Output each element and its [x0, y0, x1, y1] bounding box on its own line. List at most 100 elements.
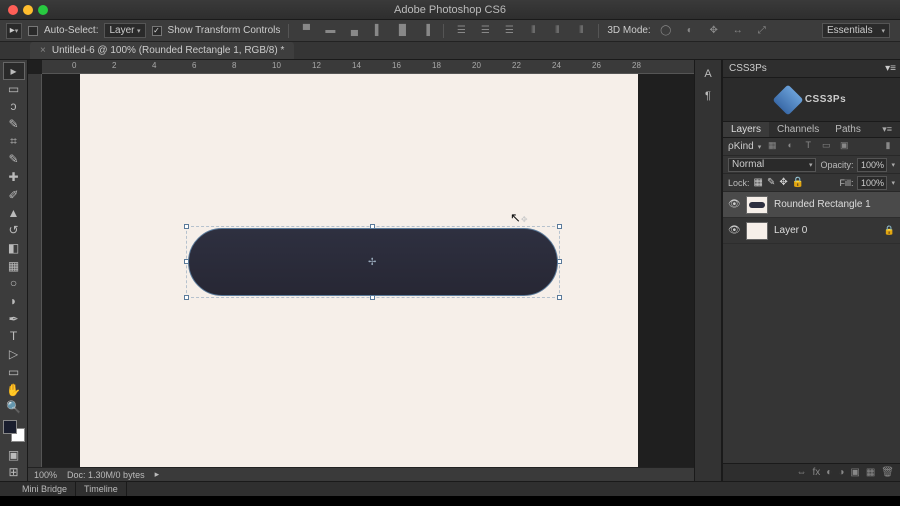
lock-all-icon[interactable]: 🔒 [792, 177, 804, 188]
layer-row[interactable]: 👁Rounded Rectangle 1 [723, 192, 900, 218]
eyedropper-tool[interactable]: ✎ [3, 151, 25, 169]
layer-row[interactable]: 👁Layer 0🔒 [723, 218, 900, 244]
filter-pixel-icon[interactable]: ▦ [765, 140, 779, 154]
gradient-tool[interactable]: ▦ [3, 257, 25, 275]
kind-dropdown-icon[interactable]: ▾ [758, 143, 762, 151]
viewport[interactable]: ✢ ↖✥ [42, 74, 694, 467]
foreground-color-swatch[interactable] [3, 420, 17, 434]
move-tool-icon[interactable]: ▸▾ [6, 23, 22, 39]
marquee-tool[interactable]: ▭ [3, 80, 25, 98]
screen-mode-tool[interactable]: ⊞ [3, 463, 25, 481]
character-panel-icon[interactable]: A [699, 68, 717, 82]
distribute-vcenter-icon[interactable]: ☰ [476, 23, 494, 39]
transform-handle[interactable] [557, 259, 562, 264]
filter-type-icon[interactable]: T [801, 140, 815, 154]
transform-handle[interactable] [370, 224, 375, 229]
mode-3d-roll-icon[interactable]: ◐ [681, 23, 699, 39]
distribute-bottom-icon[interactable]: ☰ [500, 23, 518, 39]
auto-select-checkbox[interactable] [28, 26, 38, 36]
fx-icon[interactable]: fx [813, 467, 821, 478]
css3ps-panel-tab[interactable]: CSS3Ps [729, 63, 767, 74]
mode-3d-pan-icon[interactable]: ✥ [705, 23, 723, 39]
blur-tool[interactable]: ○ [3, 274, 25, 292]
tab-paths[interactable]: Paths [827, 122, 869, 137]
workspace-dropdown[interactable]: Essentials▾ [822, 23, 890, 38]
zoom-window-icon[interactable] [38, 5, 48, 15]
distribute-right-icon[interactable]: ⦀ [572, 23, 590, 39]
tab-layers[interactable]: Layers [723, 122, 769, 137]
lock-transparency-icon[interactable]: ▦ [754, 177, 763, 188]
zoom-tool[interactable]: 🔍 [3, 398, 25, 416]
fill-slider-icon[interactable]: ▾ [891, 179, 895, 187]
brush-tool[interactable]: ✐ [3, 186, 25, 204]
lock-pixels-icon[interactable]: ✎ [767, 177, 775, 188]
history-brush-tool[interactable]: ↺ [3, 221, 25, 239]
hand-tool[interactable]: ✋ [3, 381, 25, 399]
filter-adjust-icon[interactable]: ◐ [783, 140, 797, 154]
transform-handle[interactable] [184, 224, 189, 229]
mode-3d-slide-icon[interactable]: ↔ [729, 23, 747, 39]
layer-thumbnail[interactable] [746, 196, 768, 214]
align-left-icon[interactable]: ▌ [369, 23, 387, 39]
delete-layer-icon[interactable]: 🗑 [881, 467, 894, 478]
transform-handle[interactable] [557, 295, 562, 300]
auto-select-dropdown[interactable]: Layer ▾ [104, 23, 145, 38]
lasso-tool[interactable]: ɔ [3, 97, 25, 115]
transform-handle[interactable] [557, 224, 562, 229]
move-tool[interactable]: ▸ [3, 62, 25, 80]
align-vcenter-icon[interactable]: ▬ [321, 23, 339, 39]
filter-toggle-icon[interactable]: ▮ [881, 140, 895, 154]
quick-mask-tool[interactable]: ▣ [3, 446, 25, 464]
close-window-icon[interactable] [8, 5, 18, 15]
blend-mode-dropdown[interactable]: Normal▾ [728, 158, 816, 172]
pen-tool[interactable]: ✒ [3, 310, 25, 328]
color-swatches[interactable] [3, 420, 25, 442]
align-right-icon[interactable]: ▐ [417, 23, 435, 39]
crop-tool[interactable]: ⌗ [3, 133, 25, 151]
healing-tool[interactable]: ✚ [3, 168, 25, 186]
status-arrow-icon[interactable]: ▸ [155, 469, 160, 480]
document-tab[interactable]: × Untitled-6 @ 100% (Rounded Rectangle 1… [30, 42, 294, 59]
mode-3d-rotate-icon[interactable]: ◯ [657, 23, 675, 39]
distribute-hcenter-icon[interactable]: ⦀ [548, 23, 566, 39]
panel-menu-icon[interactable]: ▾≡ [882, 124, 892, 135]
shape-tool[interactable]: ▭ [3, 363, 25, 381]
visibility-icon[interactable]: 👁 [728, 199, 740, 210]
minimize-window-icon[interactable] [23, 5, 33, 15]
transform-handle[interactable] [370, 295, 375, 300]
tab-channels[interactable]: Channels [769, 122, 827, 137]
new-layer-icon[interactable]: ▦ [866, 467, 875, 478]
stamp-tool[interactable]: ▲ [3, 204, 25, 222]
align-hcenter-icon[interactable]: █ [393, 23, 411, 39]
visibility-icon[interactable]: 👁 [728, 225, 740, 236]
transform-center-icon[interactable]: ✢ [368, 257, 378, 267]
close-tab-icon[interactable]: × [40, 45, 46, 56]
tab-timeline[interactable]: Timeline [76, 482, 127, 496]
layer-thumbnail[interactable] [746, 222, 768, 240]
mask-icon[interactable]: ◐ [826, 467, 832, 478]
zoom-level[interactable]: 100% [34, 470, 57, 480]
group-icon[interactable]: ▣ [850, 467, 859, 478]
path-select-tool[interactable]: ▷ [3, 345, 25, 363]
paragraph-panel-icon[interactable]: ¶ [699, 90, 717, 104]
transform-handle[interactable] [184, 259, 189, 264]
distribute-left-icon[interactable]: ⦀ [524, 23, 542, 39]
show-transform-checkbox[interactable]: ✓ [152, 26, 162, 36]
tab-mini-bridge[interactable]: Mini Bridge [14, 482, 76, 496]
opacity-slider-icon[interactable]: ▾ [891, 161, 895, 169]
dodge-tool[interactable]: ◗ [3, 292, 25, 310]
link-layers-icon[interactable]: ⇔ [797, 467, 807, 478]
type-tool[interactable]: T [3, 328, 25, 346]
adjustment-icon[interactable]: ◑ [838, 467, 844, 478]
mode-3d-scale-icon[interactable]: ⤢ [753, 23, 771, 39]
canvas[interactable]: ✢ ↖✥ [80, 74, 638, 467]
filter-shape-icon[interactable]: ▭ [819, 140, 833, 154]
align-bottom-icon[interactable]: ▄ [345, 23, 363, 39]
transform-handle[interactable] [184, 295, 189, 300]
distribute-top-icon[interactable]: ☰ [452, 23, 470, 39]
quick-select-tool[interactable]: ✎ [3, 115, 25, 133]
panel-menu-icon[interactable]: ▾≡ [885, 63, 896, 74]
css3ps-panel[interactable]: CSS3Ps [723, 78, 900, 122]
opacity-value[interactable]: 100% [857, 158, 887, 172]
fill-value[interactable]: 100% [857, 176, 887, 190]
